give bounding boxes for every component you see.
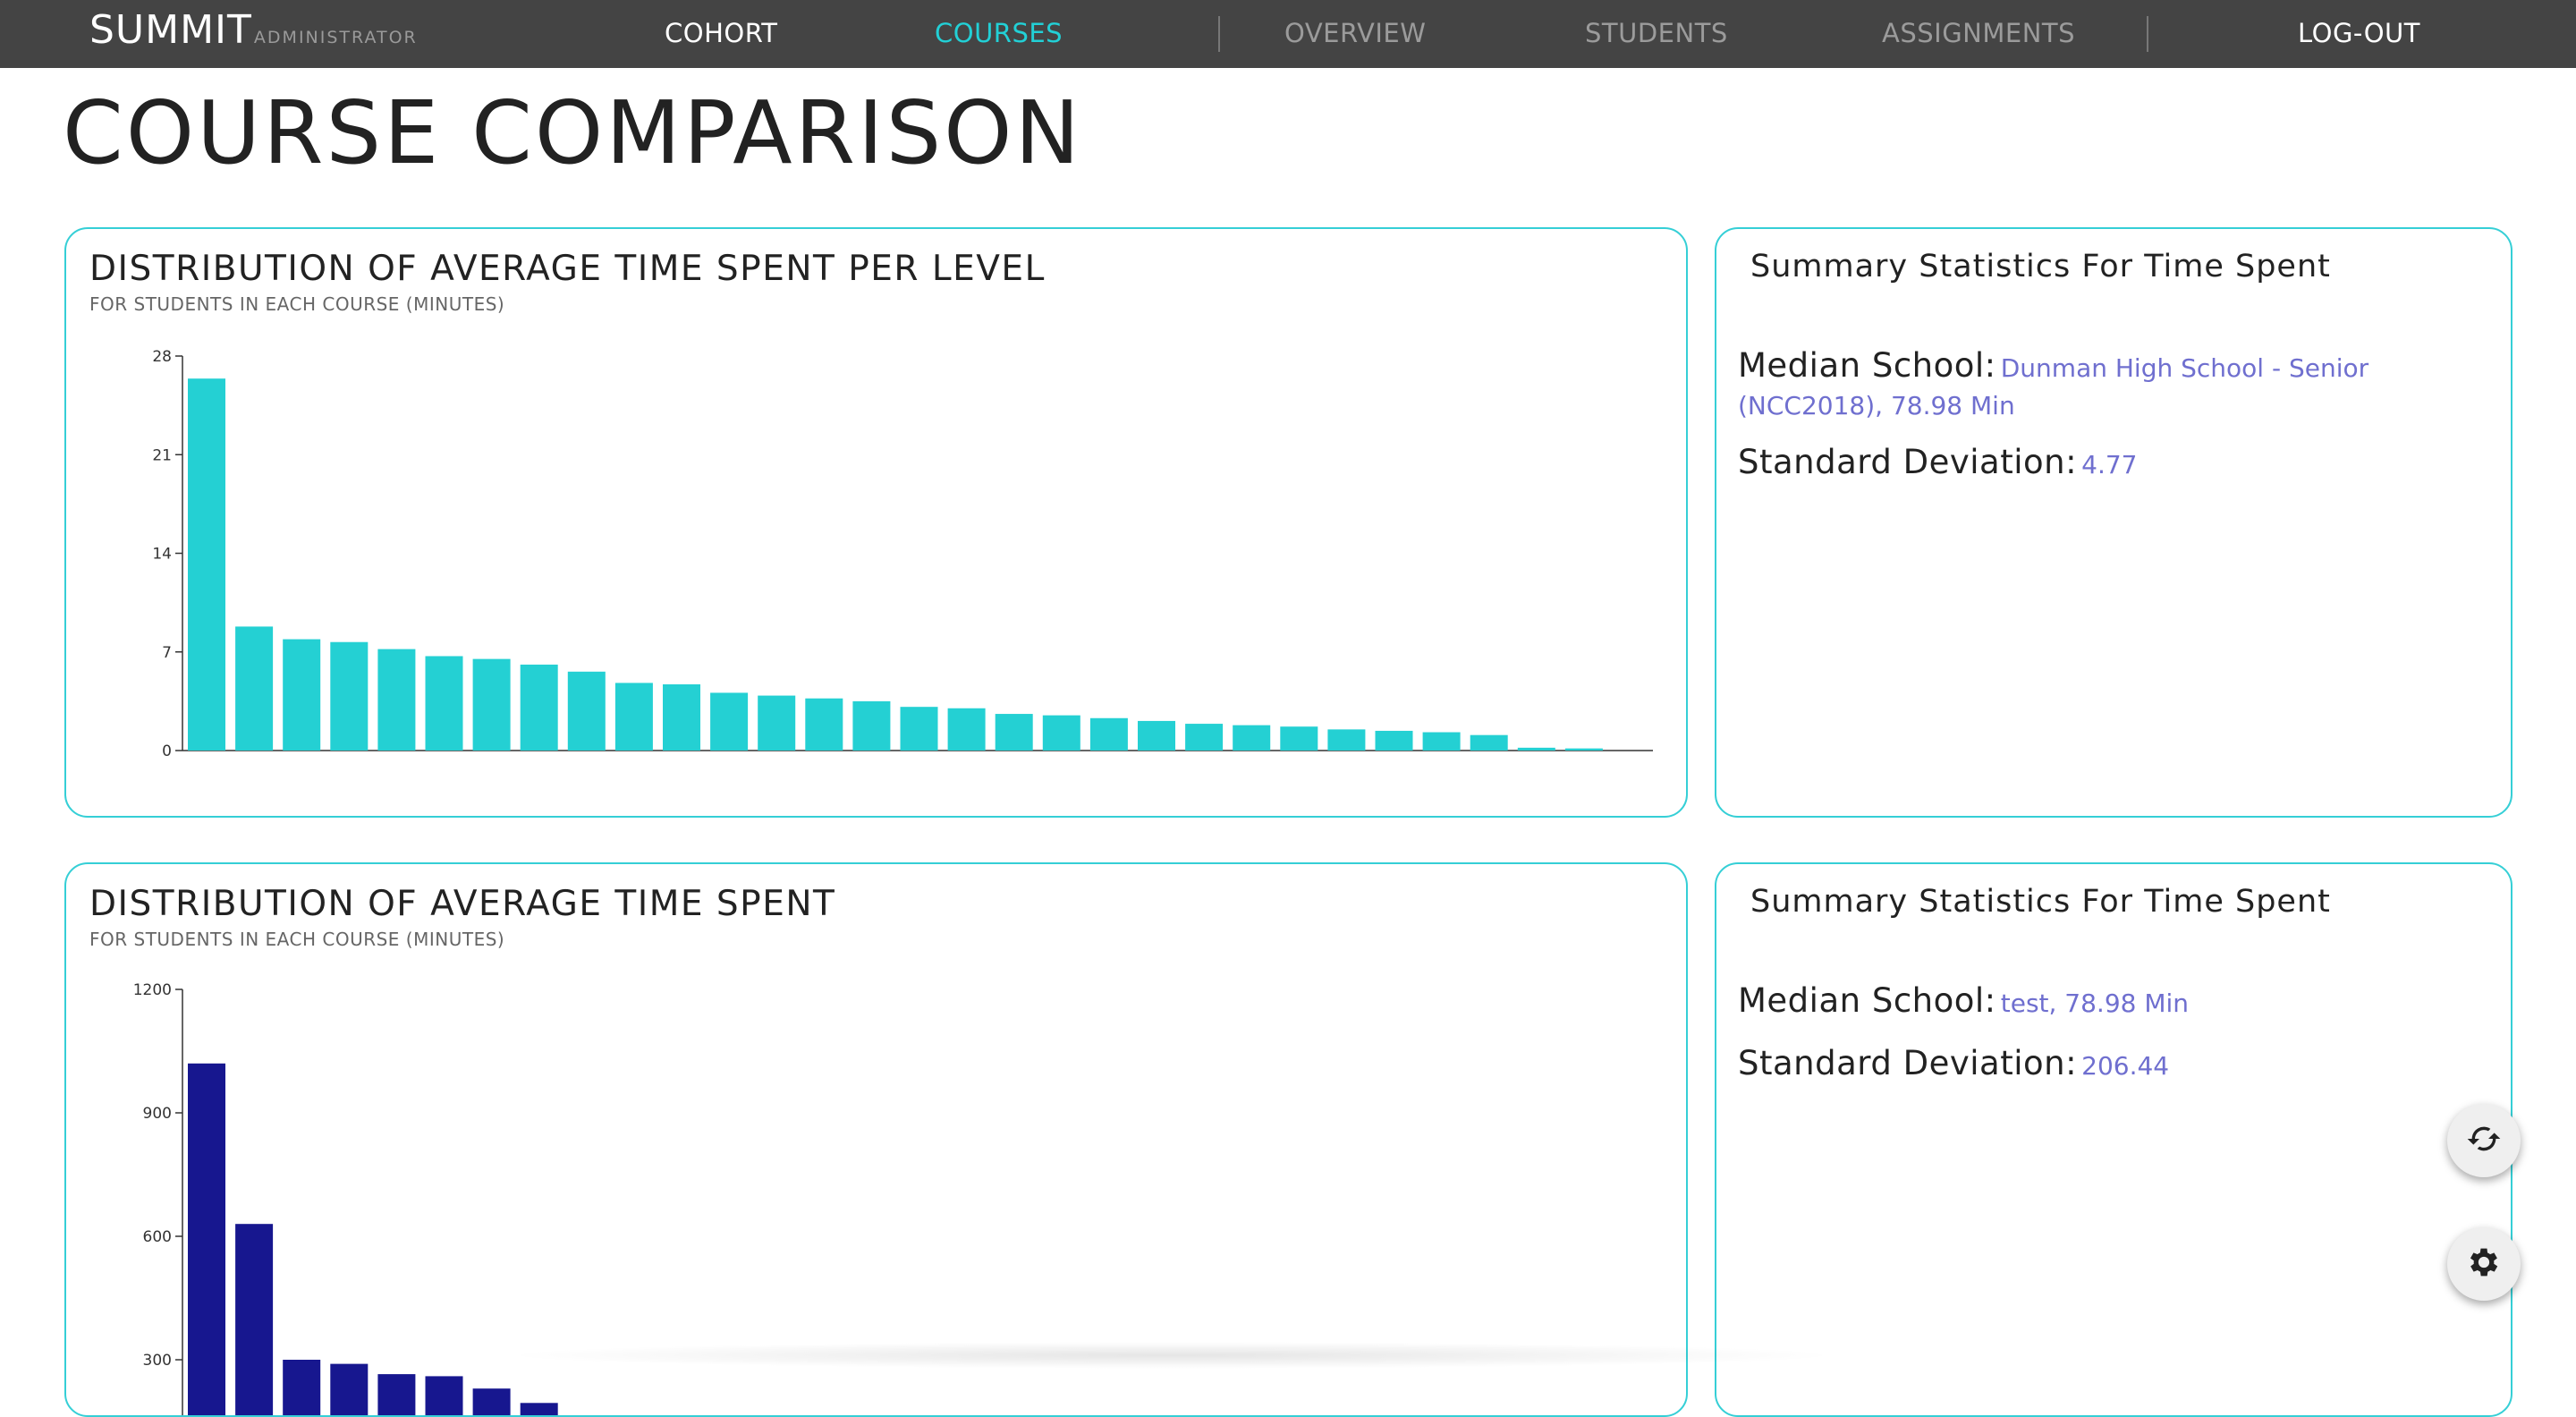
bar <box>520 1403 558 1415</box>
bar <box>425 1376 463 1415</box>
standard-deviation-label: Standard Deviation: <box>1738 443 2078 481</box>
bar <box>330 1363 369 1415</box>
bar <box>1233 725 1271 751</box>
nav-divider <box>1218 16 1220 52</box>
bar <box>1517 747 1555 751</box>
bar <box>1185 724 1224 751</box>
median-school-label: Median School: <box>1738 346 1996 385</box>
bar <box>235 626 274 751</box>
bar <box>520 664 558 751</box>
bar <box>330 641 369 751</box>
nav-cohort[interactable]: COHORT <box>665 18 777 48</box>
bar-chart-time-per-level: 0 7 14 21 28 <box>152 348 1653 760</box>
y-tick-label: 900 <box>143 1105 172 1123</box>
brand-name: SUMMIT <box>89 7 252 53</box>
bar <box>283 639 321 751</box>
standard-deviation-label: Standard Deviation: <box>1738 1044 2078 1082</box>
bar <box>472 658 511 751</box>
bar <box>567 671 606 751</box>
bar <box>235 1224 274 1415</box>
bar <box>663 683 700 751</box>
bar <box>188 1063 225 1415</box>
stats-title: Summary Statistics For Time Spent <box>1750 249 2331 284</box>
standard-deviation-value: 4.77 <box>2081 450 2138 479</box>
top-navigation-bar: SUMMIT ADMINISTRATOR COHORT COURSES OVERV… <box>0 0 2576 68</box>
stats-title: Summary Statistics For Time Spent <box>1750 884 2331 920</box>
y-tick-label: 300 <box>143 1352 172 1370</box>
bar-chart-time-spent: 300 600 900 1200 <box>133 981 558 1415</box>
bar <box>188 378 225 751</box>
nav-divider <box>2147 16 2148 52</box>
bar <box>758 695 796 751</box>
y-tick-label: 0 <box>162 742 172 760</box>
median-school-value: test, 78.98 Min <box>2000 989 2190 1018</box>
brand-logo[interactable]: SUMMIT ADMINISTRATOR <box>89 7 418 53</box>
bar <box>1089 717 1128 751</box>
brand-subtitle: ADMINISTRATOR <box>253 28 418 47</box>
refresh-icon <box>2466 1121 2502 1160</box>
standard-deviation-stat: Standard Deviation: 206.44 <box>1738 1047 2436 1087</box>
bar <box>805 698 843 751</box>
bar <box>1280 726 1318 751</box>
nav-courses[interactable]: COURSES <box>935 18 1063 48</box>
bar <box>283 1360 321 1415</box>
bar <box>995 714 1033 751</box>
median-school-stat: Median School: Dunman High School - Seni… <box>1738 349 2436 427</box>
y-tick-label: 21 <box>152 446 172 464</box>
y-tick-label: 14 <box>152 546 172 564</box>
chart-card-time-spent: DISTRIBUTION OF AVERAGE TIME SPENT FOR S… <box>64 862 1688 1417</box>
settings-button[interactable] <box>2447 1227 2521 1301</box>
stats-card-time-per-level: Summary Statistics For Time Spent Median… <box>1715 227 2512 818</box>
y-tick-label: 600 <box>143 1228 172 1246</box>
nav-students[interactable]: STUDENTS <box>1585 18 1728 48</box>
standard-deviation-value: 206.44 <box>2081 1051 2170 1081</box>
bar <box>900 707 938 751</box>
page-title: COURSE COMPARISON <box>63 82 1083 183</box>
bar <box>852 700 891 751</box>
bar <box>472 1388 511 1415</box>
y-tick-label: 1200 <box>133 981 172 999</box>
y-tick-label: 7 <box>162 644 172 662</box>
standard-deviation-stat: Standard Deviation: 4.77 <box>1738 445 2436 486</box>
bar <box>377 649 416 751</box>
gear-icon <box>2465 1243 2503 1285</box>
bar <box>1327 729 1366 751</box>
scroll-shadow <box>501 1342 1843 1369</box>
nav-assignments[interactable]: ASSIGNMENTS <box>1882 18 2075 48</box>
refresh-button[interactable] <box>2447 1104 2521 1177</box>
bar <box>1470 734 1508 751</box>
bar <box>1564 748 1603 751</box>
bar <box>710 692 749 751</box>
bar <box>947 708 986 751</box>
nav-overview[interactable]: OVERVIEW <box>1284 18 1426 48</box>
bar <box>377 1374 416 1415</box>
y-tick-label: 28 <box>152 348 172 366</box>
bar <box>614 683 653 751</box>
median-school-stat: Median School: test, 78.98 Min <box>1738 984 2436 1024</box>
bar <box>425 656 463 751</box>
bar <box>1375 730 1413 751</box>
bar <box>1138 720 1175 751</box>
bar <box>1422 732 1461 751</box>
bar <box>1042 715 1080 751</box>
median-school-label: Median School: <box>1738 981 1996 1020</box>
chart-card-time-per-level: DISTRIBUTION OF AVERAGE TIME SPENT PER L… <box>64 227 1688 818</box>
nav-logout[interactable]: LOG-OUT <box>2298 18 2420 48</box>
stats-card-time-spent: Summary Statistics For Time Spent Median… <box>1715 862 2512 1417</box>
